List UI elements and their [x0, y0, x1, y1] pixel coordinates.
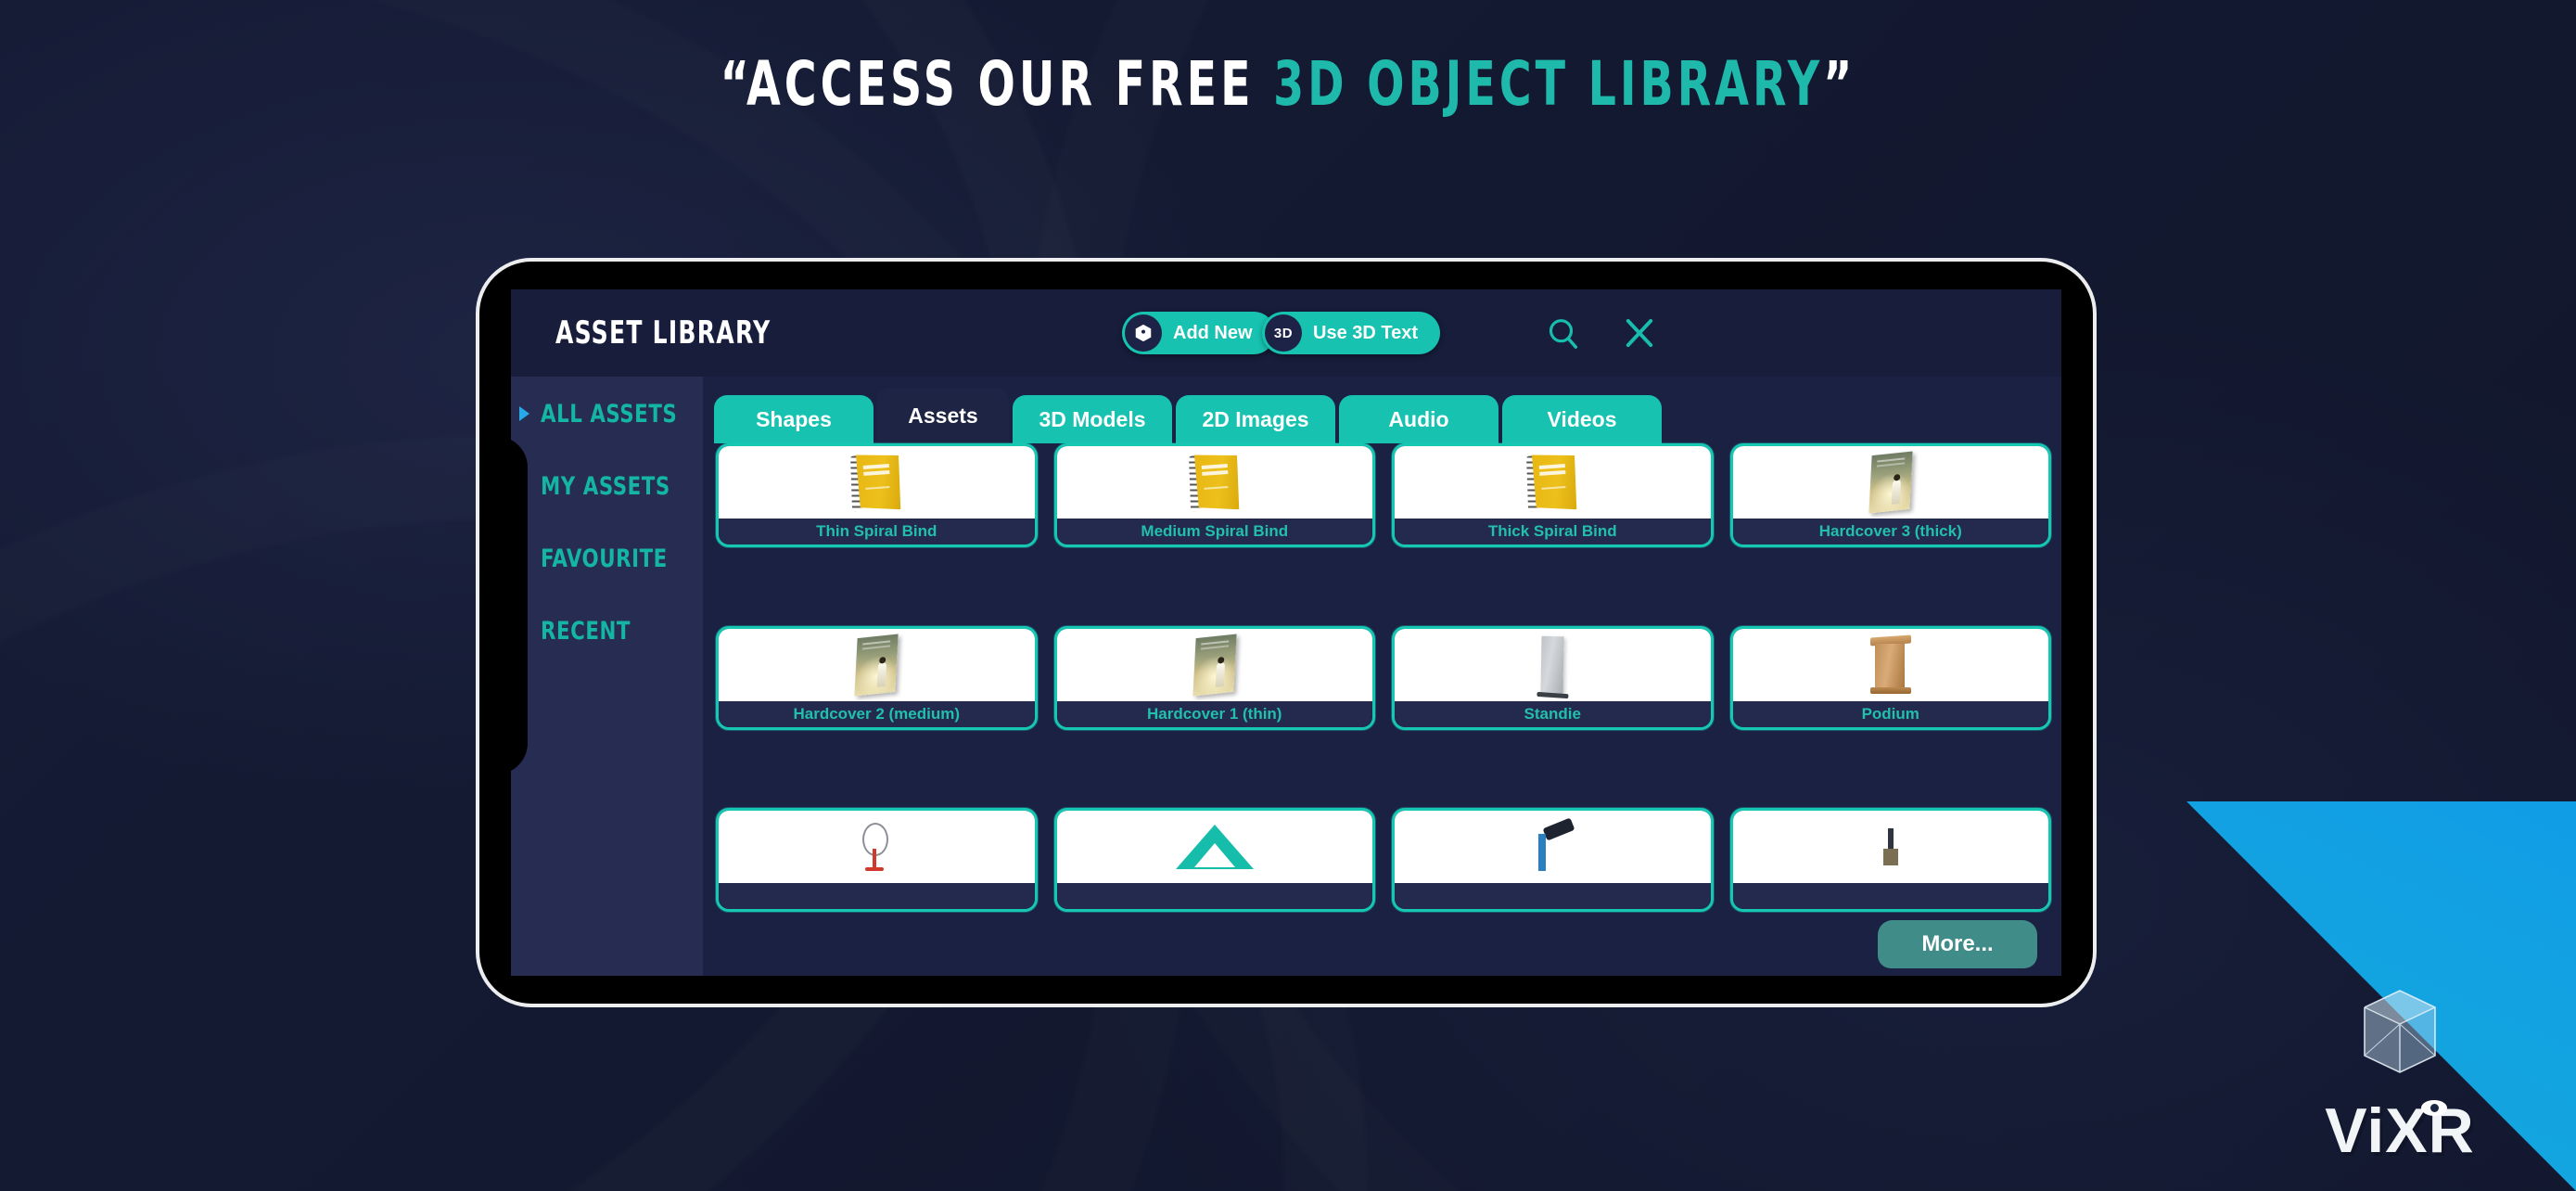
standie-banner-icon: [1540, 635, 1564, 694]
device-frame: ASSET LIBRARY Add New 3D Use 3D Text ALL…: [479, 262, 2093, 1004]
asset-thumbnail: [1056, 446, 1372, 519]
device-side-cutout: [479, 436, 528, 775]
sidebar-item-label: ALL ASSETS: [541, 399, 678, 429]
headline-plain-text: ACCESS OUR FREE: [746, 48, 1274, 120]
asset-card[interactable]: Thick Spiral Bind: [1392, 443, 1714, 547]
brand-triangle: [2075, 801, 2576, 1191]
asset-thumbnail: [719, 811, 1035, 884]
asset-card[interactable]: Hardcover 2 (medium): [716, 625, 1038, 730]
device-screen: ASSET LIBRARY Add New 3D Use 3D Text ALL…: [511, 289, 2061, 976]
app-title: ASSET LIBRARY: [555, 314, 772, 352]
spiral-bind-icon: [1525, 452, 1579, 513]
asset-label: [1056, 883, 1372, 910]
hardcover-book-icon: [854, 634, 899, 697]
asset-thumbnail: [1395, 446, 1711, 519]
tab-3d-models[interactable]: 3D Models: [1013, 395, 1172, 443]
cube-icon: [1125, 314, 1162, 352]
asset-thumbnail: [1732, 811, 2048, 884]
asset-label: [719, 883, 1035, 910]
wireframe-cube-icon: [2364, 990, 2436, 1073]
add-new-button[interactable]: Add New: [1122, 312, 1275, 354]
asset-label: [1732, 883, 2048, 910]
asset-card[interactable]: Podium: [1729, 625, 2051, 730]
three-d-badge-label: 3D: [1273, 325, 1294, 341]
asset-card[interactable]: [716, 808, 1038, 913]
use-3d-text-button[interactable]: 3D Use 3D Text: [1262, 312, 1441, 354]
asset-label: Thick Spiral Bind: [1395, 519, 1711, 544]
lamp-icon: [1531, 817, 1575, 872]
small-object-icon: [1882, 828, 1898, 866]
sidebar: ALL ASSETS MY ASSETS FAVOURITE RECENT: [511, 377, 703, 976]
tab-shapes[interactable]: Shapes: [714, 395, 874, 443]
asset-label: Hardcover 2 (medium): [719, 700, 1035, 727]
spiral-bind-icon: [849, 452, 903, 513]
brand-corner: ViXR: [2057, 801, 2576, 1191]
content-panel: Shapes Assets 3D Models 2D Images Audio …: [703, 377, 2061, 976]
selected-marker-icon: [519, 406, 529, 421]
asset-label: Podium: [1732, 700, 2048, 727]
search-icon[interactable]: [1545, 315, 1582, 352]
asset-card[interactable]: [1392, 808, 1714, 913]
sidebar-item-label: MY ASSETS: [541, 471, 670, 501]
asset-label: Standie: [1395, 700, 1711, 727]
asset-label: Hardcover 1 (thin): [1056, 700, 1372, 727]
hardcover-book-icon: [1192, 634, 1237, 697]
asset-card[interactable]: Hardcover 1 (thin): [1053, 625, 1375, 730]
sidebar-item-recent[interactable]: RECENT: [511, 603, 703, 659]
eye-icon: [2421, 1100, 2448, 1116]
app-header: ASSET LIBRARY Add New 3D Use 3D Text: [511, 289, 2061, 377]
asset-card[interactable]: Standie: [1392, 625, 1714, 730]
asset-thumbnail: [1395, 811, 1711, 884]
asset-grid: Thin Spiral Bind Medium Spiral Bind Thic…: [716, 443, 2051, 976]
asset-card[interactable]: Medium Spiral Bind: [1053, 443, 1375, 547]
brand-name: ViXR: [2325, 1095, 2474, 1167]
asset-thumbnail: [1056, 811, 1372, 884]
asset-card[interactable]: [1729, 808, 2051, 913]
page-root: “ACCESS OUR FREE 3D OBJECT LIBRARY” ASSE…: [0, 0, 2576, 1191]
asset-card[interactable]: [1053, 808, 1375, 913]
use-3d-text-label: Use 3D Text: [1313, 322, 1419, 343]
asset-thumbnail: [1056, 628, 1372, 701]
asset-label: [1395, 883, 1711, 910]
tab-audio[interactable]: Audio: [1339, 395, 1498, 443]
asset-card[interactable]: Thin Spiral Bind: [716, 443, 1038, 547]
sidebar-item-label: RECENT: [541, 616, 631, 646]
hardcover-book-icon: [1868, 451, 1913, 514]
three-d-badge-icon: 3D: [1265, 314, 1302, 352]
sidebar-item-favourite[interactable]: FAVOURITE: [511, 531, 703, 586]
chevron-shape-icon: [1175, 825, 1254, 870]
close-icon[interactable]: [1620, 314, 1659, 352]
asset-thumbnail: [719, 628, 1035, 701]
tab-videos[interactable]: Videos: [1502, 395, 1662, 443]
page-headline: “ACCESS OUR FREE 3D OBJECT LIBRARY”: [258, 54, 2318, 115]
headline-close-quote: ”: [1823, 48, 1856, 120]
brand-lockup: ViXR: [2261, 889, 2539, 1167]
asset-card[interactable]: Hardcover 3 (thick): [1729, 443, 2051, 547]
asset-label: Hardcover 3 (thick): [1732, 519, 2048, 544]
asset-label: Thin Spiral Bind: [719, 519, 1035, 544]
spiral-bind-icon: [1188, 452, 1242, 513]
headline-open-quote: “: [720, 48, 747, 120]
asset-label: Medium Spiral Bind: [1056, 519, 1372, 544]
sidebar-item-my-assets[interactable]: MY ASSETS: [511, 458, 703, 514]
headline-highlight: 3D OBJECT LIBRARY: [1273, 48, 1824, 120]
tab-2d-images[interactable]: 2D Images: [1176, 395, 1335, 443]
asset-thumbnail: [1732, 446, 2048, 519]
microphone-icon: [857, 823, 896, 872]
asset-thumbnail: [719, 446, 1035, 519]
asset-thumbnail: [1395, 628, 1711, 701]
sidebar-item-label: FAVOURITE: [541, 544, 668, 573]
add-new-label: Add New: [1173, 322, 1253, 343]
brand-name-text: ViXR: [2325, 1095, 2475, 1166]
tab-assets[interactable]: Assets: [877, 388, 1009, 443]
sidebar-item-all-assets[interactable]: ALL ASSETS: [511, 386, 703, 442]
podium-icon: [1869, 634, 1911, 694]
more-button[interactable]: More...: [1878, 920, 2037, 968]
asset-thumbnail: [1732, 628, 2048, 701]
tab-bar: Shapes Assets 3D Models 2D Images Audio …: [703, 388, 2061, 443]
